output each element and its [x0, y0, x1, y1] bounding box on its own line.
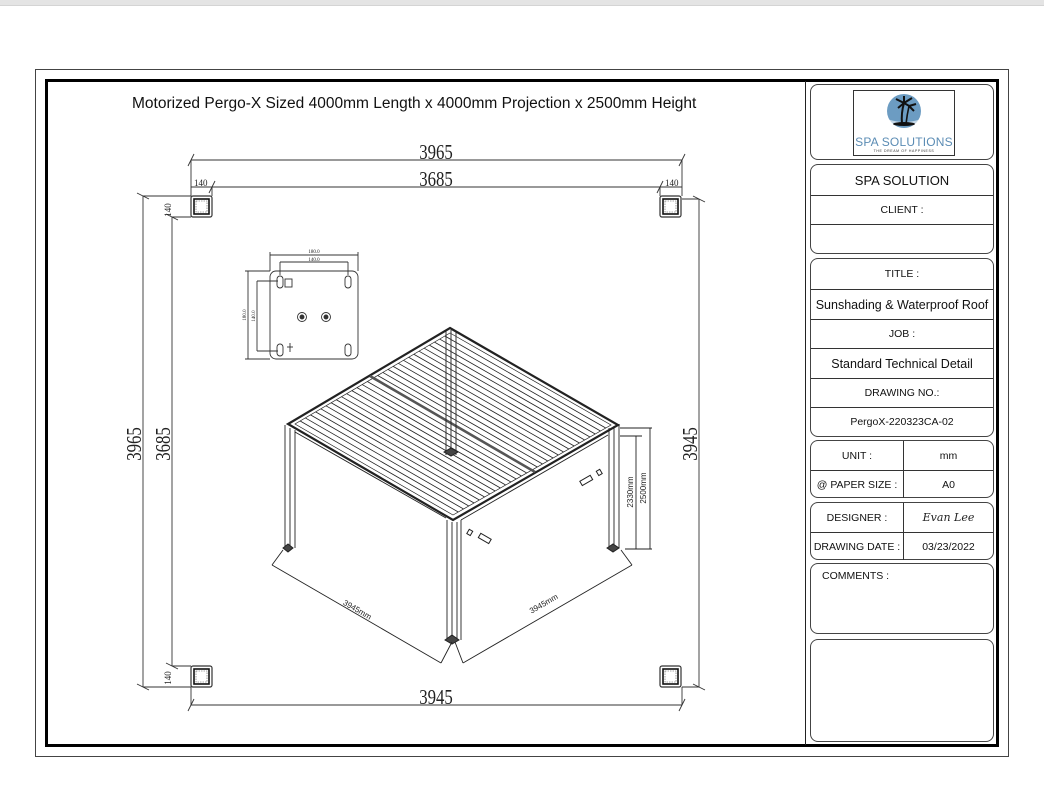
label-top-right-post: 140	[665, 178, 679, 188]
roof-louver	[377, 375, 538, 468]
roof-louver	[351, 390, 512, 483]
paper-size-value: A0	[903, 470, 993, 498]
label-top-left-post: 140	[194, 178, 208, 188]
roof-louver	[444, 335, 606, 429]
post-front-left	[284, 425, 447, 548]
post-bottom-right	[659, 665, 682, 688]
isometric-pergola-view	[271, 326, 652, 664]
job-value: Standard Technical Detail	[811, 348, 993, 378]
title-value: Sunshading & Waterproof Roof	[811, 289, 993, 319]
paper-size-label: @ PAPER SIZE :	[811, 470, 903, 498]
label-top-inner: 3685	[419, 168, 453, 191]
stamp-box	[810, 639, 994, 742]
slot-hole-bottom-left	[276, 343, 284, 357]
drawing-date-value: 03/23/2022	[903, 532, 993, 560]
label-left-inner: 3685	[152, 427, 175, 461]
roof-louver	[367, 381, 527, 474]
client-label: CLIENT :	[811, 195, 993, 224]
unit-value: mm	[903, 441, 993, 470]
slot-hole-top-right	[344, 275, 352, 289]
roof-louver	[305, 417, 464, 510]
label-bottom-overall: 3945	[419, 686, 453, 709]
post-bottom-left	[190, 665, 213, 688]
company-name: SPA SOLUTION	[854, 172, 950, 188]
roof-louver	[439, 338, 601, 432]
roof-louver	[341, 396, 501, 489]
slot-hole-bottom-right	[344, 343, 352, 357]
designer-signature: Evan Lee	[903, 503, 993, 532]
roof-louver	[336, 399, 496, 492]
title-label: TITLE :	[884, 268, 920, 280]
designer-label: DESIGNER :	[826, 511, 888, 524]
roof-louver	[403, 359, 564, 453]
comments-label: COMMENTS :	[822, 570, 890, 582]
client-box: SPA SOLUTION CLIENT :	[810, 164, 994, 254]
comments-box: COMMENTS :	[810, 563, 994, 634]
roof-louver	[361, 384, 522, 477]
post-top-right	[659, 195, 682, 218]
designer-box: DESIGNER : Evan Lee DRAWING DATE : 03/23…	[810, 502, 994, 560]
label-plate-height-outer: 180.0	[243, 309, 248, 321]
label-plate-height-holes: 140.0	[252, 310, 257, 322]
label-left-bottom-post: 140	[163, 671, 173, 685]
roof-louver	[330, 402, 491, 495]
roof-louver	[413, 353, 575, 447]
label-left-overall: 3965	[123, 427, 146, 461]
client-value	[811, 224, 993, 253]
label-clear-height: 2330mm	[626, 476, 635, 507]
post-front-center	[446, 434, 609, 640]
unit-label: UNIT :	[841, 449, 873, 462]
label-left-top-post: 140	[163, 203, 173, 217]
roof-louver	[310, 414, 469, 507]
roof-louver	[434, 341, 596, 435]
label-iso-right-length: 3945mm	[528, 592, 560, 616]
label-plate-width-holes: 140.0	[308, 258, 320, 263]
roof-louver	[325, 405, 485, 498]
label-top-overall: 3965	[419, 141, 453, 164]
title-job-box: TITLE : Sunshading & Waterproof Roof JOB…	[810, 258, 994, 437]
label-iso-left-length: 3945mm	[342, 598, 374, 622]
drawing-date-label: DRAWING DATE :	[811, 532, 903, 560]
roof-louver	[387, 369, 548, 462]
logo-tagline: THE DREAM OF HAPPINESS	[873, 149, 935, 153]
roof-louver	[408, 356, 570, 450]
roof-louver	[382, 372, 543, 465]
palm-tree-icon	[887, 94, 921, 128]
company-logo: SPA SOLUTIONS THE DREAM OF HAPPINESS	[853, 90, 955, 156]
roof-louver	[356, 387, 517, 480]
post-front-right	[608, 424, 620, 548]
label-total-height: 2500mm	[639, 472, 648, 503]
label-right-overall: 3945	[679, 427, 702, 461]
plan-view	[136, 153, 706, 712]
logo-name: SPA SOLUTIONS	[855, 135, 953, 149]
roof-louver	[418, 350, 580, 444]
roof-louver	[423, 347, 585, 441]
roof-louver	[392, 366, 554, 459]
job-label: JOB :	[811, 319, 993, 348]
roof-louver	[299, 420, 459, 513]
dim-line-iso-right	[462, 564, 633, 664]
slot-hole-top-left	[276, 275, 284, 289]
base-plate-detail	[245, 252, 359, 360]
drawing-no-label: DRAWING NO.:	[811, 378, 993, 407]
unit-box: UNIT : mm @ PAPER SIZE : A0	[810, 440, 994, 498]
logo-box: SPA SOLUTIONS THE DREAM OF HAPPINESS	[810, 84, 994, 160]
post-top-left	[190, 195, 213, 218]
drawing-no-value: PergoX-220323CA-02	[811, 407, 993, 436]
label-plate-width-outer: 180.0	[308, 250, 320, 255]
